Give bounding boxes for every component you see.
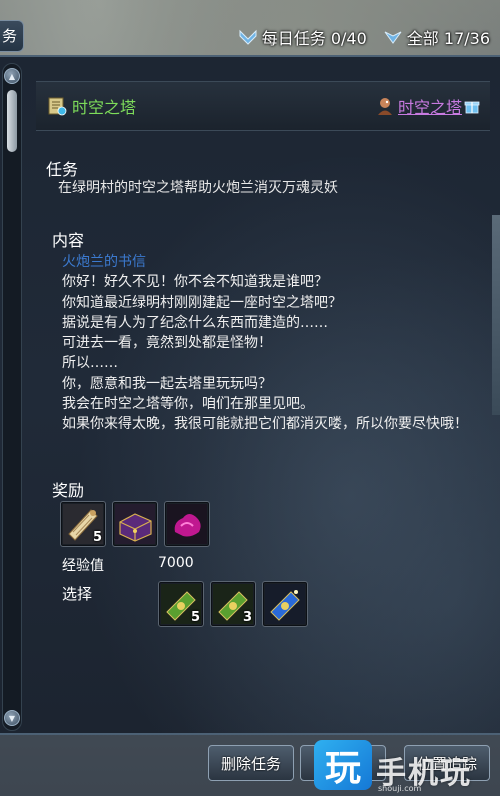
reward-label: 奖励 [52, 481, 85, 500]
site-url: shouji.com [378, 784, 422, 793]
exp-value: 7000 [158, 555, 194, 571]
blue-talisman-icon [265, 584, 305, 624]
choice-slot[interactable]: 5 [158, 581, 204, 627]
reward-slot[interactable] [112, 501, 158, 547]
choice-slot[interactable]: 3 [210, 581, 256, 627]
site-logo: 玩 [314, 740, 372, 790]
letter-line: 你知道最近绿明村刚刚建起一座时空之塔吧？ [62, 294, 342, 311]
quest-title: 时空之塔 [72, 98, 137, 117]
all-quest-count: 全部 17/36 [406, 29, 490, 48]
daily-quest-count: 每日任务 0/40 [261, 29, 367, 48]
npc-icon [377, 98, 392, 115]
letter-line: 你好！好久不见！你不会不知道我是谁吧？ [62, 274, 328, 291]
item-count: 5 [190, 610, 200, 625]
task-description: 在绿明村的时空之塔帮助火炮兰消灭万魂灵妖 [58, 180, 338, 196]
scrollbar[interactable]: ▲ ▼ [2, 63, 22, 731]
scroll-down-button[interactable]: ▼ [4, 710, 20, 726]
quest-detail-panel: ▲ ▼ 时空之塔 时空之塔 任务 在绿明村的时空之塔帮助火炮兰消灭万魂灵妖 内容 [0, 55, 500, 735]
choice-label: 选择 [62, 585, 93, 603]
choice-slot[interactable] [262, 581, 308, 627]
item-count: 3 [242, 610, 252, 625]
item-count: 5 [92, 530, 102, 545]
reward-items: 5 [60, 501, 210, 547]
window-edge [492, 215, 500, 415]
treasure-chest-icon [115, 504, 155, 544]
npc-location-link[interactable]: 时空之塔 [398, 94, 462, 118]
scroll-up-button[interactable]: ▲ [4, 68, 20, 84]
magenta-ore-icon [167, 504, 207, 544]
delete-quest-button[interactable]: 删除任务 [208, 745, 294, 781]
exp-label: 经验值 [62, 558, 104, 574]
content-label: 内容 [52, 231, 85, 250]
chevron-down-icon[interactable] [238, 27, 258, 47]
letter-content: 火炮兰的书信 你好！好久不见！你不会不知道我是谁吧？ 你知道最近绿明村刚刚建起一… [62, 252, 482, 435]
letter-line: 据说是有人为了纪念什么东西而建造的…… [62, 314, 328, 331]
letter-line: 如果你来得太晚，我很可能就把它们都消灭喽，所以你要尽快哦！ [62, 416, 468, 433]
task-label: 任务 [46, 160, 79, 179]
scroll-thumb[interactable] [7, 90, 17, 152]
quest-counter-hud: 每日任务 0/40 全部 17/36 [238, 24, 490, 50]
letter-sender: 火炮兰的书信 [62, 254, 146, 270]
reward-slot[interactable]: 5 [60, 501, 106, 547]
gift-icon[interactable] [464, 98, 480, 114]
side-tab[interactable]: 务 [0, 20, 24, 52]
letter-line: 我会在时空之塔等你，咱们在那里见吧。 [62, 396, 314, 413]
letter-line: 可进去一看，竟然到处都是怪物！ [62, 335, 272, 352]
quest-type-icon [48, 97, 67, 116]
letter-line: 你，愿意和我一起去塔里玩玩吗？ [62, 375, 272, 392]
letter-line: 所以…… [62, 355, 118, 372]
chevron-down-icon[interactable] [383, 27, 403, 47]
choice-items: 5 3 [158, 581, 308, 627]
reward-slot[interactable] [164, 501, 210, 547]
quest-title-bar: 时空之塔 时空之塔 [36, 81, 490, 131]
